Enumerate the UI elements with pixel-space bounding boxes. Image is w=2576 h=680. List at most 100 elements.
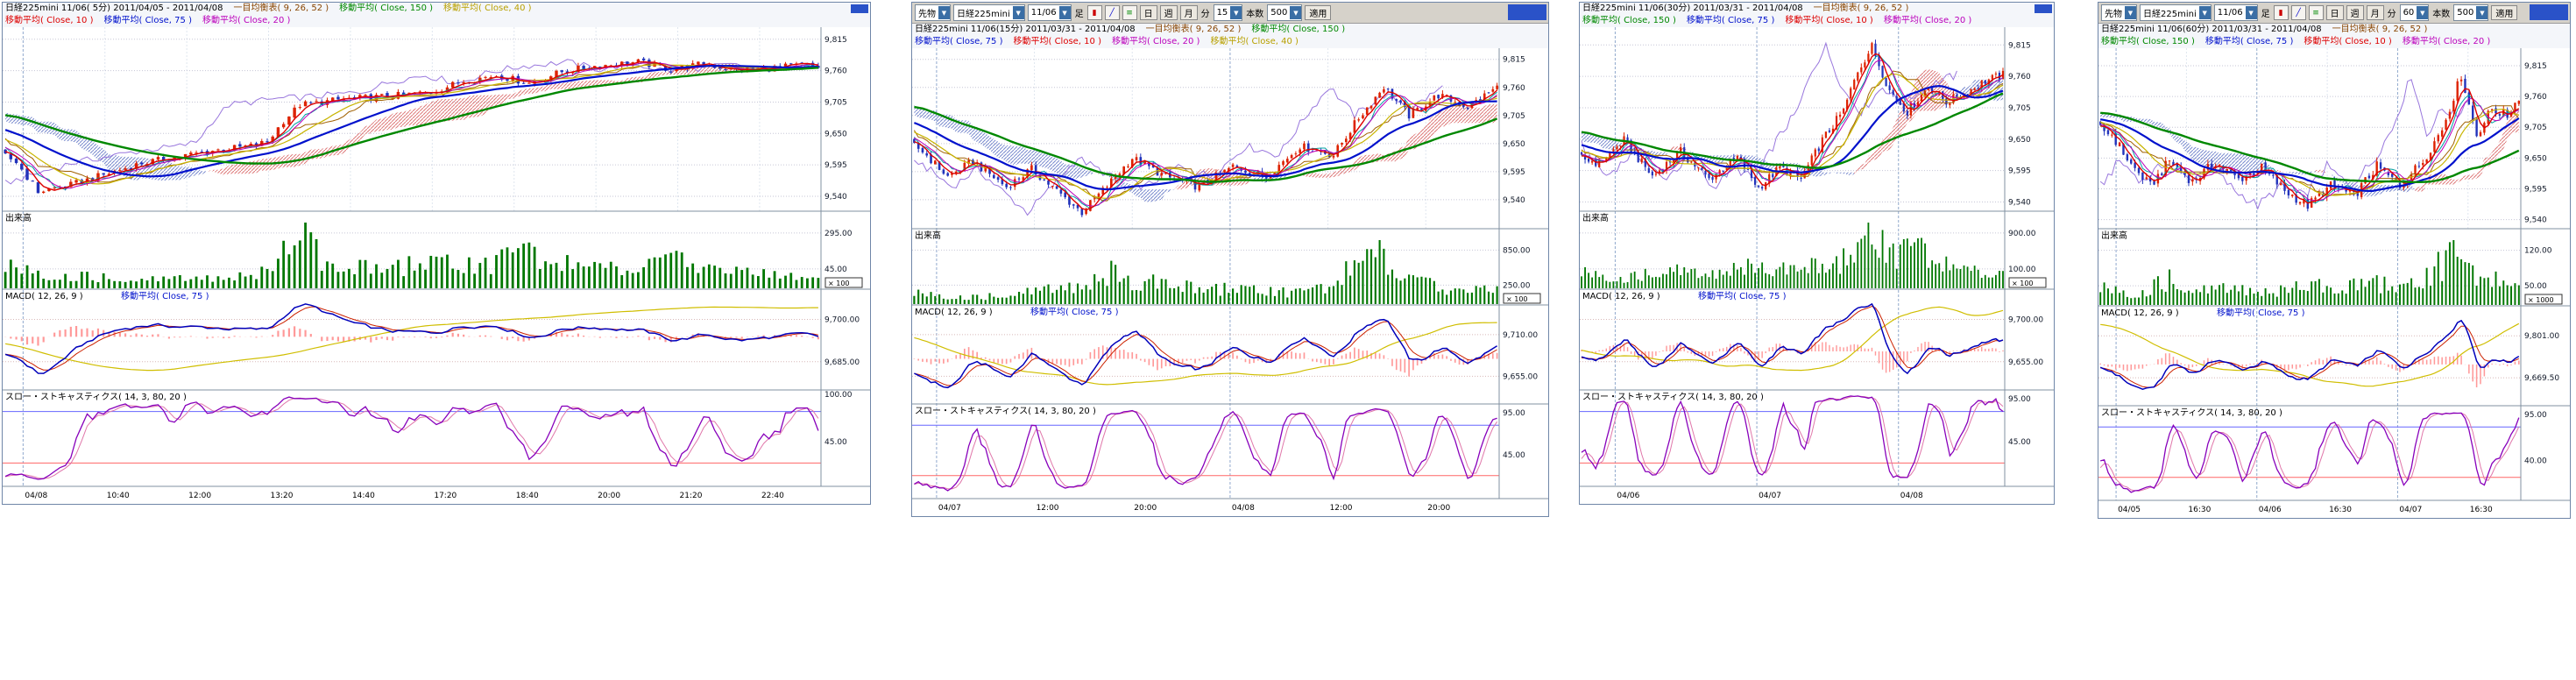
volume-bar [1220, 296, 1221, 304]
background-window-fragment[interactable] [2035, 4, 2052, 13]
bars-select[interactable]: 500▼ [2453, 4, 2488, 21]
time-axis-label: 12:00 [1330, 504, 1353, 513]
volume-bar [1928, 268, 1929, 288]
cloud-segment [948, 115, 952, 129]
background-window-fragment[interactable] [851, 4, 868, 13]
candle-body [1779, 166, 1780, 168]
panel-title-line2: 移動平均( Close, 150 )移動平均( Close, 75 )移動平均(… [2098, 36, 2570, 48]
volume-bar [1846, 266, 1848, 288]
volume-bar [1190, 282, 1192, 304]
apply-button[interactable]: 適用 [1305, 5, 1331, 20]
volume-bar [2199, 292, 2201, 305]
volume-bar [2365, 287, 2367, 305]
volume-bar [2333, 294, 2335, 305]
candle-body [2211, 164, 2212, 168]
volume-bar [1228, 293, 1229, 304]
contract-select[interactable]: 11/06▼ [2214, 4, 2258, 21]
volume-bar [1244, 286, 1246, 304]
volume-bar [1257, 293, 1259, 304]
cloud-segment [1401, 145, 1405, 159]
period-button-2[interactable]: 月 [2367, 5, 2384, 20]
volume-bar [762, 269, 765, 288]
volume-bar [1396, 278, 1398, 304]
volume-bar [1182, 292, 1184, 304]
volume-bar [2207, 294, 2209, 305]
candle-body [1286, 159, 1289, 162]
cloud-segment [1044, 153, 1049, 169]
candle-body [2245, 176, 2247, 181]
candle-body [287, 117, 290, 124]
candlestick-icon[interactable]: ▮ [2274, 5, 2289, 20]
candlestick-icon[interactable]: ▮ [1087, 5, 1102, 20]
period-button-1[interactable]: 週 [2346, 5, 2364, 20]
volume-bar [152, 276, 154, 288]
symbol-select[interactable]: 日経225mini▼ [2140, 4, 2212, 21]
period-button-0[interactable]: 日 [2326, 5, 2344, 20]
volume-bar [2341, 290, 2343, 305]
volume-bar [2407, 283, 2409, 305]
bar-chart-icon[interactable]: ≡ [2309, 5, 2324, 20]
candle-body [304, 102, 307, 107]
volume-bar [718, 268, 721, 288]
time-axis-label: 04/06 [2259, 506, 2282, 514]
cloud-segment [1455, 105, 1460, 124]
period-button-1[interactable]: 週 [1160, 5, 1178, 20]
volume-bar [2249, 288, 2251, 305]
cloud-segment [1730, 155, 1734, 158]
macd-axis-label: 9,655.00 [1503, 372, 1538, 381]
volume-bar [1988, 278, 1990, 288]
candle-body [724, 69, 726, 70]
apply-button[interactable]: 適用 [2491, 5, 2517, 20]
stoch-axis-label: 45.00 [824, 438, 847, 447]
volume-bar [2188, 291, 2190, 305]
period-button-2[interactable]: 月 [1180, 5, 1198, 20]
stoch-axis-label: 45.00 [2008, 438, 2031, 447]
stoch-axis-label: 100.00 [824, 391, 853, 400]
time-axis-label: 04/06 [1617, 492, 1639, 500]
candle-body [1711, 177, 1713, 180]
volume-bar [485, 258, 487, 288]
contract-select[interactable]: 11/06▼ [1028, 4, 1072, 21]
volume-bar [2161, 289, 2162, 305]
category-select[interactable]: 先物▼ [2101, 4, 2137, 21]
candle-body [1690, 162, 1692, 163]
candle-body [484, 77, 486, 78]
volume-bar [1093, 274, 1095, 304]
volume-bar [801, 277, 803, 288]
volume-bar [64, 274, 67, 288]
volume-bar [740, 270, 743, 288]
volume-bar [1801, 270, 1802, 288]
background-window-fragment[interactable] [2530, 4, 2568, 20]
bars-select[interactable]: 500▼ [1267, 4, 1302, 21]
candle-body [522, 83, 525, 84]
macd-axis-label: 9,685.00 [824, 358, 860, 367]
volume-bar [478, 263, 481, 288]
volume-bar [1106, 286, 1108, 304]
volume-bar [2433, 266, 2435, 305]
volume-bar [2149, 295, 2151, 305]
symbol-select[interactable]: 日経225mini▼ [953, 4, 1025, 21]
volume-bar [1366, 249, 1368, 304]
volume-bar [2480, 277, 2481, 305]
cloud-segment [1028, 150, 1032, 165]
panel-title-line2: 移動平均( Close, 10 )移動平均( Close, 75 )移動平均( … [3, 15, 870, 27]
time-axis-label: 16:30 [2188, 506, 2211, 514]
background-window-fragment[interactable] [1508, 4, 1546, 20]
volume-bar [1077, 283, 1079, 304]
line-chart-icon[interactable]: ╱ [2291, 5, 2306, 20]
period-button-0[interactable]: 日 [1140, 5, 1157, 20]
time-axis-label: 20:00 [598, 492, 620, 500]
volume-bar [1971, 271, 1972, 288]
indicator-label: 移動平均( Close, 40 ) [1210, 37, 1298, 46]
category-select[interactable]: 先物▼ [915, 4, 951, 21]
volume-bar [1404, 279, 1405, 304]
minute-select[interactable]: 60▼ [2400, 4, 2430, 21]
candle-body [1018, 179, 1021, 180]
bar-chart-icon[interactable]: ≡ [1122, 5, 1137, 20]
volume-bar [2272, 294, 2274, 305]
volume-bar [588, 266, 591, 288]
minute-select[interactable]: 15▼ [1214, 4, 1243, 21]
volume-bar [375, 265, 378, 288]
line-chart-icon[interactable]: ╱ [1105, 5, 1120, 20]
volume-bar [272, 271, 274, 288]
